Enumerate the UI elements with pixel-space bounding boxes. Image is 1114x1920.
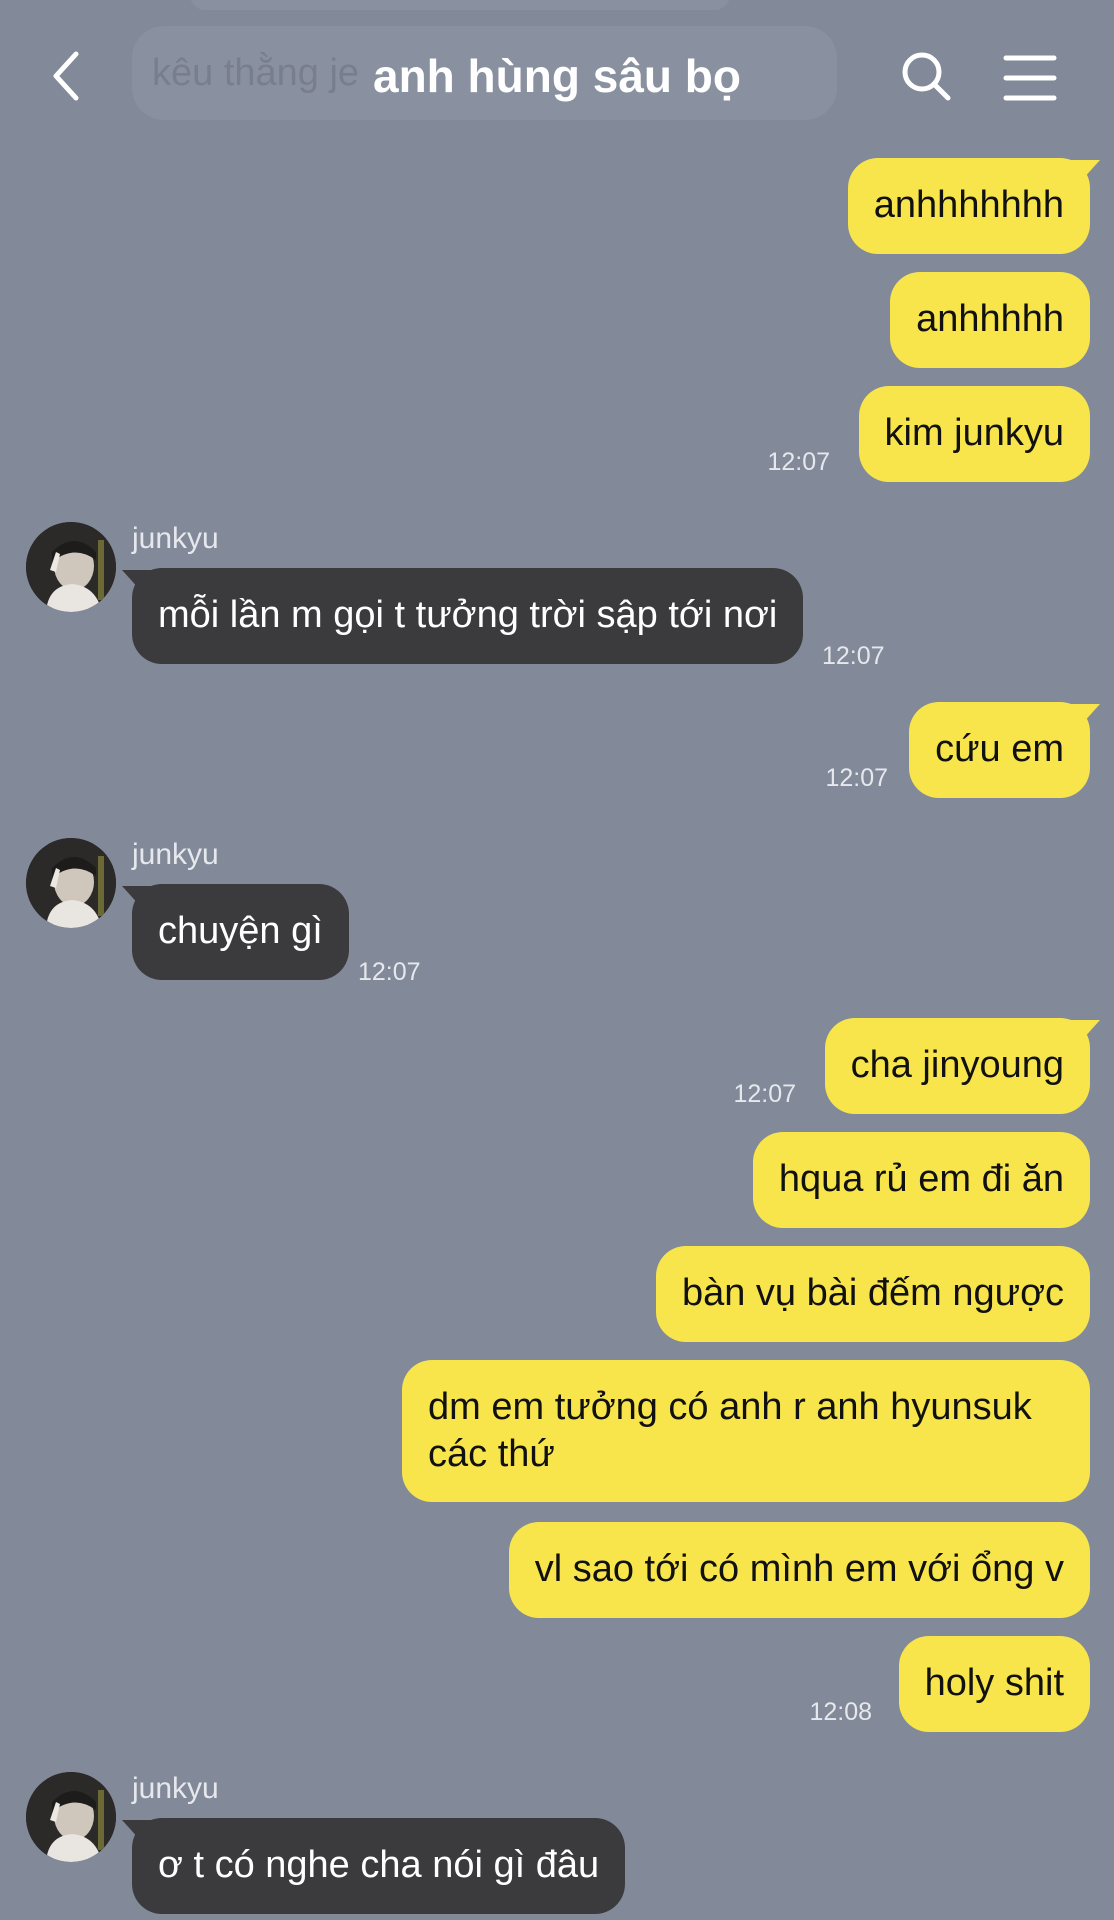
- message-text: anhhhhhhh: [873, 184, 1064, 226]
- message-text: chuyện gì: [158, 910, 323, 952]
- sender-name: junkyu: [132, 1772, 219, 1805]
- sender-name: junkyu: [132, 522, 219, 555]
- message-text: ơ t có nghe cha nói gì đâu: [158, 1844, 600, 1886]
- menu-button[interactable]: [1000, 50, 1060, 106]
- chat-header: kêu thằng je anh hùng sâu bọ: [0, 0, 1114, 150]
- received-message[interactable]: chuyện gì: [132, 884, 349, 980]
- sent-message[interactable]: dm em tưởng có anh r anh hyunsuk các thứ: [402, 1360, 1090, 1502]
- avatar[interactable]: [26, 522, 116, 612]
- message-timestamp: 12:07: [767, 448, 830, 476]
- message-timestamp: 12:07: [825, 764, 888, 792]
- message-text: hqua rủ em đi ăn: [778, 1158, 1064, 1200]
- avatar-photo: [26, 838, 116, 928]
- received-message[interactable]: ơ t có nghe cha nói gì đâu: [132, 1818, 626, 1914]
- message-text: bàn vụ bài đếm ngược: [681, 1272, 1064, 1314]
- sent-message[interactable]: cứu em: [909, 702, 1090, 798]
- avatar-photo: [26, 1772, 116, 1862]
- sent-message[interactable]: kim junkyu: [858, 386, 1090, 482]
- sender-name: junkyu: [132, 838, 219, 871]
- message-text: cứu em: [935, 728, 1064, 770]
- message-text: vl sao tới có mình em với ổng v: [534, 1548, 1064, 1590]
- sent-message[interactable]: anhhhhhhh: [847, 158, 1090, 254]
- avatar[interactable]: [26, 1772, 116, 1862]
- message-text: dm em tưởng có anh r anh hyunsuk các thứ: [428, 1386, 1032, 1475]
- message-timestamp: 12:08: [809, 1698, 872, 1726]
- message-text: anhhhhh: [916, 298, 1064, 340]
- sent-message[interactable]: holy shit: [898, 1636, 1090, 1732]
- sent-message[interactable]: anhhhhh: [890, 272, 1090, 368]
- message-text: mỗi lần m gọi t tưởng trời sập tới nơi: [158, 594, 778, 636]
- search-icon: [902, 52, 951, 101]
- received-message[interactable]: mỗi lần m gọi t tưởng trời sập tới nơi: [132, 568, 804, 664]
- hamburger-menu-icon: [1003, 55, 1057, 101]
- message-timestamp: 12:07: [358, 958, 421, 986]
- avatar[interactable]: [26, 838, 116, 928]
- sent-message[interactable]: bàn vụ bài đếm ngược: [655, 1246, 1090, 1342]
- message-timestamp: 12:07: [822, 642, 885, 670]
- search-button[interactable]: [896, 46, 956, 106]
- ghost-previous-bubble: [190, 0, 730, 10]
- avatar-photo: [26, 522, 116, 612]
- sent-message[interactable]: hqua rủ em đi ăn: [752, 1132, 1090, 1228]
- message-timestamp: 12:07: [733, 1080, 796, 1108]
- message-text: holy shit: [924, 1662, 1064, 1704]
- sent-message[interactable]: vl sao tới có mình em với ổng v: [508, 1522, 1090, 1618]
- sent-message[interactable]: cha jinyoung: [824, 1018, 1090, 1114]
- message-text: kim junkyu: [884, 412, 1065, 454]
- message-text: cha jinyoung: [850, 1044, 1064, 1086]
